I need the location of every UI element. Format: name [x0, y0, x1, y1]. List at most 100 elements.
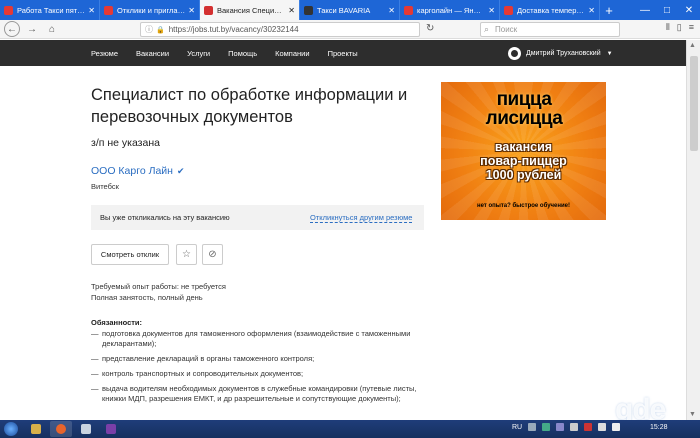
- menu-item-help[interactable]: Помощь: [228, 49, 257, 58]
- experience-text: Требуемый опыт работы: не требуется: [91, 282, 226, 291]
- browser-tab-4[interactable]: карголайн — Яндекс ✕: [400, 0, 500, 20]
- page-scrollbar[interactable]: ▲ ▼: [686, 40, 700, 420]
- firefox-icon: [56, 424, 66, 434]
- folder-icon: [31, 424, 41, 434]
- company-name: ООО Карго Лайн: [91, 165, 173, 177]
- site-header: Резюме Вакансии Услуги Помощь Компании П…: [0, 40, 686, 66]
- chevron-down-icon: ▼: [606, 50, 613, 57]
- tab-title: Доставка температур: [517, 5, 586, 15]
- maximize-icon[interactable]: □: [656, 0, 678, 20]
- vacancy-conditions: Требуемый опыт работы: не требуется Полн…: [91, 281, 226, 303]
- menu-item-companies[interactable]: Компании: [275, 49, 309, 58]
- ad-line4: повар-пиццер: [480, 154, 567, 168]
- info-icon[interactable]: ⓘ: [145, 24, 153, 35]
- home-icon[interactable]: ⌂: [44, 21, 60, 37]
- respond-other-resume-link[interactable]: Откликнуться другим резюме: [310, 213, 413, 223]
- duties-list: подготовка документов для таможенного оф…: [91, 329, 431, 409]
- vacancy-title: Специалист по обработке информации и пер…: [91, 86, 408, 126]
- menu-icon[interactable]: ≡: [689, 22, 694, 33]
- scroll-down-icon[interactable]: ▼: [689, 411, 696, 418]
- close-window-icon[interactable]: ✕: [678, 0, 700, 20]
- url-text: https://jobs.tut.by/vacancy/30232144: [168, 25, 299, 34]
- taskbar-app-media[interactable]: [100, 421, 122, 437]
- tab-favicon-icon: [304, 5, 313, 15]
- browser-tab-3[interactable]: Такси BAVARIA ✕: [300, 0, 400, 20]
- volume-icon[interactable]: [612, 423, 621, 431]
- ad-line1: пицца: [496, 89, 552, 110]
- reload-icon[interactable]: ↻: [426, 23, 434, 34]
- menu-item-projects[interactable]: Проекты: [328, 49, 358, 58]
- back-arrow-icon[interactable]: ←: [4, 21, 20, 37]
- sidebar-icon[interactable]: ▯: [677, 22, 682, 33]
- taskbar-app-explorer[interactable]: [25, 421, 47, 437]
- close-tab-icon[interactable]: ✕: [188, 6, 195, 15]
- system-tray: RU: [512, 423, 621, 431]
- user-menu[interactable]: Дмитрий Трухановский ▼: [508, 47, 613, 60]
- close-tab-icon[interactable]: ✕: [388, 6, 395, 15]
- language-indicator[interactable]: RU: [512, 424, 522, 431]
- library-icon[interactable]: ⫴: [666, 22, 670, 33]
- tab-title: Отклики и приглашения: [117, 5, 185, 15]
- media-icon: [106, 424, 116, 434]
- taskbar-app-word[interactable]: [75, 421, 97, 437]
- list-item: представление деклараций в органы таможе…: [91, 354, 431, 364]
- hide-vacancy-button[interactable]: ⊘: [202, 244, 223, 265]
- ad-line6: нет опыта? быстрое обучение!: [476, 203, 571, 209]
- new-tab-button[interactable]: +: [600, 0, 618, 20]
- tray-app-icon[interactable]: [584, 423, 593, 431]
- tray-app-icon[interactable]: [542, 423, 551, 431]
- tray-app-icon[interactable]: [556, 423, 565, 431]
- browser-tab-2[interactable]: Вакансия Специалист ✕: [200, 0, 300, 20]
- favorite-star-button[interactable]: ☆: [176, 244, 197, 265]
- star-icon: ☆: [182, 249, 191, 260]
- tab-favicon-icon: [204, 5, 213, 15]
- close-tab-icon[interactable]: ✕: [588, 6, 595, 15]
- tab-title: Вакансия Специалист: [217, 5, 285, 15]
- tab-favicon-icon: [4, 5, 13, 15]
- vacancy-city: Витебск: [91, 182, 119, 191]
- ad-brand: пицца лисицца: [449, 90, 599, 128]
- minimize-icon[interactable]: —: [634, 0, 656, 20]
- windows-logo-icon: [4, 422, 18, 436]
- vacancy-salary: з/п не указана: [91, 137, 160, 149]
- taskbar-clock[interactable]: 15:28: [650, 424, 668, 431]
- browser-tab-5[interactable]: Доставка температур ✕: [500, 0, 600, 20]
- ad-banner[interactable]: пицца лисицца вакансия повар-пиццер 1000…: [441, 82, 606, 220]
- tray-app-icon[interactable]: [528, 423, 537, 431]
- tab-title: карголайн — Яндекс: [417, 5, 486, 15]
- browser-tab-0[interactable]: Работа Такси пятница ✕: [0, 0, 100, 20]
- list-item: выдача водителям необходимых документов …: [91, 384, 431, 404]
- menu-item-resume[interactable]: Резюме: [91, 49, 118, 58]
- search-placeholder: Поиск: [495, 25, 518, 34]
- ad-line5: 1000 рублей: [485, 168, 562, 182]
- start-button[interactable]: [0, 420, 22, 438]
- taskbar-app-firefox[interactable]: [50, 421, 72, 437]
- close-tab-icon[interactable]: ✕: [88, 6, 95, 15]
- scroll-up-icon[interactable]: ▲: [689, 42, 696, 49]
- list-item: подготовка документов для таможенного оф…: [91, 329, 431, 349]
- employment-text: Полная занятость, полный день: [91, 293, 203, 302]
- document-icon: [81, 424, 91, 434]
- window-controls: — □ ✕: [634, 0, 700, 20]
- search-icon: ⌕: [484, 24, 490, 34]
- tab-favicon-icon: [404, 5, 413, 15]
- menu-item-services[interactable]: Услуги: [187, 49, 210, 58]
- list-item: контроль транспортных и сопроводительных…: [91, 369, 431, 379]
- avatar: [508, 47, 521, 60]
- menu-item-vacancies[interactable]: Вакансии: [136, 49, 169, 58]
- company-link[interactable]: ООО Карго Лайн ✔: [91, 165, 185, 177]
- verified-check-icon: ✔: [176, 165, 185, 176]
- tab-title: Работа Такси пятница: [17, 5, 86, 15]
- scroll-thumb[interactable]: [690, 56, 698, 151]
- view-response-button[interactable]: Смотреть отклик: [91, 244, 169, 265]
- network-icon[interactable]: [598, 423, 607, 431]
- close-tab-icon[interactable]: ✕: [288, 6, 295, 15]
- tab-favicon-icon: [104, 5, 113, 15]
- browser-tab-1[interactable]: Отклики и приглашения ✕: [100, 0, 200, 20]
- tray-app-icon[interactable]: [570, 423, 579, 431]
- close-tab-icon[interactable]: ✕: [488, 6, 495, 15]
- browser-nav-bar: ← → ⌂ ⓘ 🔒 https://jobs.tut.by/vacancy/30…: [0, 20, 700, 39]
- forward-arrow-icon[interactable]: →: [24, 21, 40, 37]
- search-input[interactable]: ⌕ Поиск: [480, 22, 620, 37]
- address-bar[interactable]: ⓘ 🔒 https://jobs.tut.by/vacancy/30232144: [140, 22, 420, 37]
